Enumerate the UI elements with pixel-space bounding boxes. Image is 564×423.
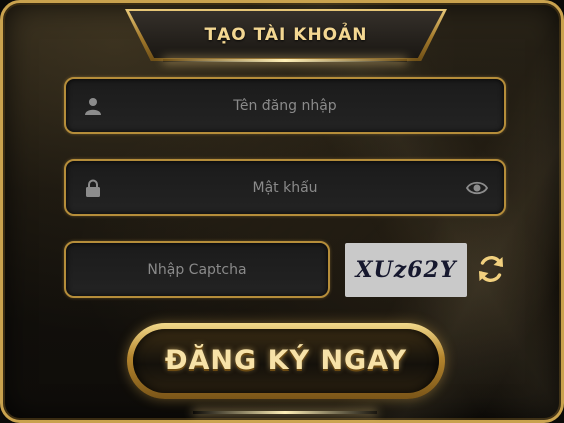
refresh-icon[interactable] bbox=[475, 253, 507, 285]
register-button[interactable]: ĐĂNG KÝ NGAY bbox=[127, 323, 445, 399]
username-input[interactable] bbox=[66, 79, 504, 132]
register-button-label: ĐĂNG KÝ NGAY bbox=[164, 345, 408, 376]
username-field-box bbox=[64, 77, 506, 134]
title-glow-line bbox=[163, 59, 407, 62]
captcha-field-box bbox=[64, 241, 330, 298]
captcha-code: XUz62Y bbox=[355, 257, 457, 283]
password-field-box bbox=[64, 159, 506, 216]
captcha-input[interactable] bbox=[66, 243, 328, 296]
bottom-glow-line bbox=[193, 411, 377, 414]
register-dialog: TẠO TÀI KHOẢN XUz62Y bbox=[0, 0, 564, 423]
dialog-title: TẠO TÀI KHOẢN bbox=[204, 25, 368, 45]
eye-icon[interactable] bbox=[466, 180, 488, 196]
password-input[interactable] bbox=[66, 161, 504, 214]
captcha-image: XUz62Y bbox=[345, 243, 467, 297]
